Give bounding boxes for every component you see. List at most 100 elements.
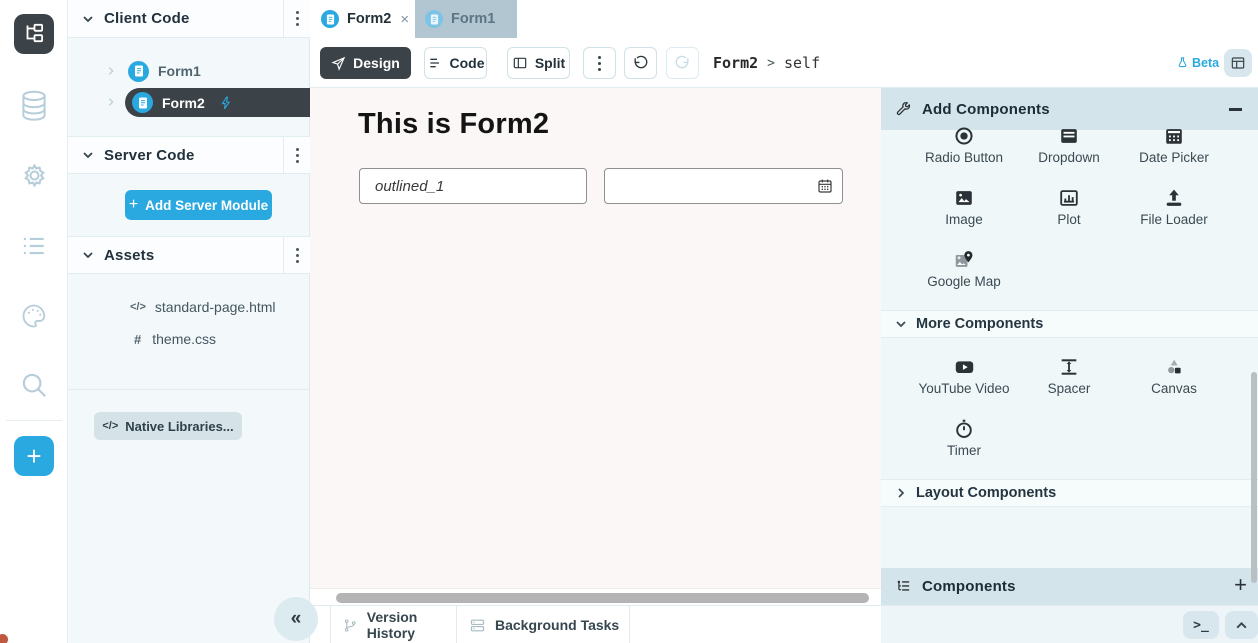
- database-button[interactable]: [0, 88, 68, 124]
- close-tab-icon[interactable]: ×: [400, 12, 409, 27]
- outline-list-button[interactable]: [0, 233, 68, 259]
- send-icon: [331, 56, 346, 71]
- undo-icon: [632, 55, 649, 72]
- gear-icon: [19, 160, 50, 191]
- collapse-minus-icon[interactable]: [1229, 108, 1242, 111]
- add-component-plus-icon[interactable]: +: [1234, 572, 1247, 598]
- component-item-timer[interactable]: Timer: [914, 418, 1014, 458]
- breadcrumb-self[interactable]: self: [784, 54, 820, 72]
- add-server-module-button[interactable]: + Add Server Module: [125, 190, 272, 220]
- component-tree-icon: [895, 578, 912, 595]
- layout-components-row[interactable]: Layout Components: [881, 479, 1258, 507]
- datepicker-field[interactable]: [604, 168, 843, 204]
- spacer-icon: [1058, 356, 1080, 378]
- settings-button[interactable]: [0, 160, 68, 191]
- code-tag-icon: </>: [102, 420, 118, 432]
- version-history-tab[interactable]: Version History: [330, 606, 457, 643]
- app-structure-button[interactable]: [14, 14, 54, 54]
- components-tree-header[interactable]: Components +: [881, 568, 1258, 605]
- split-view-button[interactable]: Split: [507, 47, 570, 79]
- assets-menu-button[interactable]: [283, 237, 310, 274]
- design-canvas[interactable]: This is Form2: [310, 88, 881, 605]
- chevron-down-icon: [82, 149, 94, 161]
- tree-item-form1[interactable]: Form1: [106, 58, 201, 84]
- native-libraries-button[interactable]: </> Native Libraries...: [94, 412, 242, 440]
- window-layout-icon: [1230, 55, 1246, 71]
- section-title: Client Code: [104, 10, 190, 27]
- console-button[interactable]: >_: [1183, 611, 1219, 639]
- tasks-icon: [469, 617, 486, 634]
- tree-item-label: Form2: [162, 95, 205, 111]
- plot-icon: [1058, 187, 1080, 209]
- horizontal-scrollbar[interactable]: [336, 593, 869, 603]
- palette-icon: [19, 302, 49, 330]
- component-item-youtube-video[interactable]: YouTube Video: [914, 356, 1014, 396]
- redo-button-disabled[interactable]: [666, 47, 699, 79]
- timer-icon: [953, 418, 975, 440]
- component-item-dropdown[interactable]: Dropdown: [1019, 125, 1119, 165]
- section-assets[interactable]: Assets: [68, 236, 310, 274]
- console-icon: >_: [1193, 618, 1209, 633]
- undo-button[interactable]: [624, 47, 657, 79]
- tree-item-form2-selected[interactable]: Form2: [125, 88, 310, 117]
- chevron-right-icon: [106, 97, 116, 107]
- form-icon: [321, 10, 339, 28]
- section-title: Assets: [104, 247, 154, 264]
- google-map-icon: [953, 249, 975, 271]
- layout-toggle-button[interactable]: [1224, 49, 1252, 77]
- plus-icon: +: [129, 196, 138, 214]
- asset-item-css[interactable]: # theme.css: [68, 327, 310, 351]
- section-title: Server Code: [104, 147, 195, 164]
- code-tag-icon: </>: [130, 301, 146, 313]
- expand-panel-button[interactable]: [1225, 611, 1258, 639]
- search-button[interactable]: [0, 370, 68, 400]
- component-item-file-loader[interactable]: File Loader: [1124, 187, 1224, 227]
- design-view-button[interactable]: Design: [320, 47, 411, 79]
- server-code-menu-button[interactable]: [283, 137, 310, 174]
- component-item-spacer[interactable]: Spacer: [1019, 356, 1119, 396]
- components-panel: Add Components Radio Button Dropdown Dat…: [881, 88, 1258, 605]
- chevron-down-icon: [82, 13, 94, 25]
- section-client-code[interactable]: Client Code: [68, 0, 310, 38]
- component-item-google-map[interactable]: Google Map: [914, 249, 1014, 289]
- more-components-row[interactable]: More Components: [881, 310, 1258, 338]
- canvas-heading[interactable]: This is Form2: [358, 108, 549, 141]
- more-options-button[interactable]: [583, 47, 616, 79]
- component-item-image[interactable]: Image: [914, 187, 1014, 227]
- component-item-radio-button[interactable]: Radio Button: [914, 125, 1014, 165]
- code-lines-icon: [427, 55, 443, 71]
- collapse-sidebar-button[interactable]: «: [274, 597, 318, 641]
- background-tasks-tab[interactable]: Background Tasks: [457, 606, 630, 643]
- editor-tab-bar: Form2 × Form1: [310, 0, 1258, 38]
- add-components-header[interactable]: Add Components: [881, 88, 1258, 130]
- section-server-code[interactable]: Server Code: [68, 136, 310, 174]
- left-icon-rail: +: [0, 0, 68, 643]
- dropdown-icon: [1058, 125, 1080, 147]
- component-item-date-picker[interactable]: Date Picker: [1124, 125, 1224, 165]
- client-code-menu-button[interactable]: [283, 0, 310, 37]
- date-picker-icon: [1163, 125, 1185, 147]
- chevron-right-icon: [895, 487, 907, 499]
- asset-item-html[interactable]: </> standard-page.html: [68, 295, 310, 319]
- component-item-plot[interactable]: Plot: [1019, 187, 1119, 227]
- git-branch-icon: [343, 617, 358, 634]
- theme-button[interactable]: [0, 302, 68, 330]
- add-more-button[interactable]: +: [14, 436, 54, 476]
- assets-list: </> standard-page.html # theme.css: [68, 274, 310, 390]
- chevron-down-icon: [895, 318, 907, 330]
- breadcrumb-form[interactable]: Form2: [713, 54, 758, 72]
- rail-divider: [6, 420, 62, 421]
- list-icon: [20, 233, 48, 259]
- tab-form2[interactable]: Form2 ×: [311, 0, 415, 38]
- split-pane-icon: [512, 55, 528, 71]
- vertical-scrollbar[interactable]: [1251, 372, 1257, 583]
- code-view-button[interactable]: Code: [424, 47, 487, 79]
- textbox-outlined-1[interactable]: [359, 168, 587, 204]
- component-item-canvas[interactable]: Canvas: [1124, 356, 1224, 396]
- chevron-up-icon: [1235, 619, 1248, 632]
- file-loader-icon: [1163, 187, 1185, 209]
- view-toolbar: Design Code Split Form2 > self Beta: [310, 38, 1258, 88]
- breadcrumb: Form2 > self: [713, 38, 820, 88]
- tab-form1[interactable]: Form1: [415, 0, 517, 38]
- canvas-scroll-strip: [310, 588, 881, 605]
